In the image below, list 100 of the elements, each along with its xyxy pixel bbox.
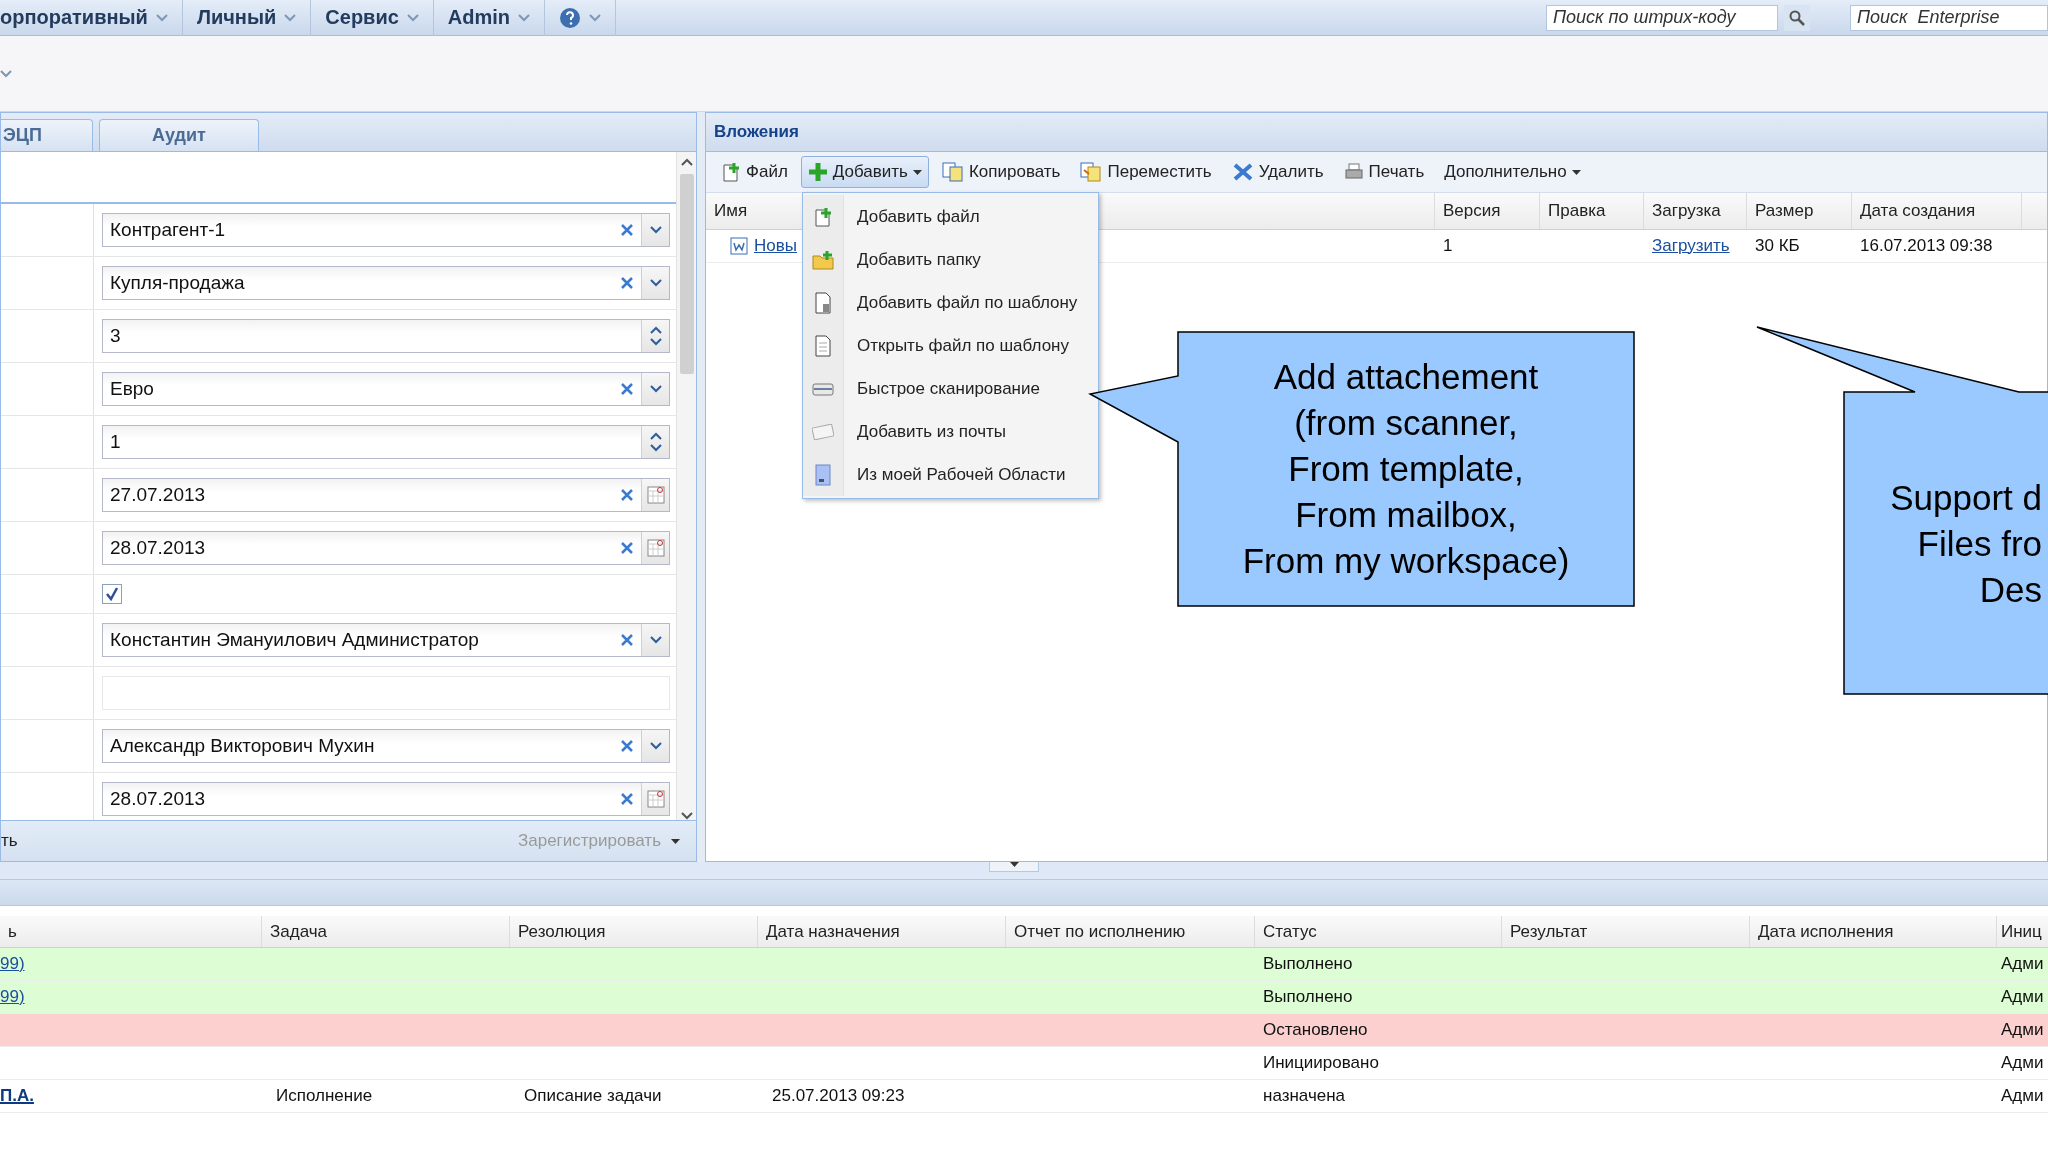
scrollbar[interactable] <box>676 152 696 820</box>
field-input[interactable]: Купля-продажа <box>103 267 613 299</box>
file-add-icon <box>813 206 833 227</box>
search-button[interactable] <box>1784 4 1810 31</box>
task-row[interactable]: 99) Выполнено Адми <box>0 981 2048 1014</box>
scroll-thumb[interactable] <box>679 174 694 374</box>
tab[interactable]: ЭЦП <box>1 119 93 151</box>
menu-item[interactable]: Открыть файл по шаблону <box>803 324 1098 367</box>
field-input[interactable]: 28.07.2013 <box>103 783 613 815</box>
column-header[interactable]: Резолюция <box>510 916 758 947</box>
enterprise-search-field[interactable]: Поиск Enterprise <box>1850 4 2048 31</box>
calendar-button[interactable] <box>641 532 669 564</box>
column-header[interactable]: Дата создания <box>1852 193 2022 229</box>
caret-icon <box>1571 169 1581 175</box>
menu-item[interactable]: Личный <box>182 0 312 36</box>
task-row[interactable]: 99) Выполнено Адми <box>0 948 2048 981</box>
close-icon <box>621 740 633 752</box>
delete-icon <box>1231 162 1254 182</box>
dropdown-button[interactable] <box>641 214 669 246</box>
column-header[interactable]: Иниц <box>1997 916 2048 947</box>
toolbar-button[interactable]: Переместить <box>1073 156 1219 188</box>
close-icon <box>621 277 633 289</box>
date-field[interactable]: 28.07.2013 <box>102 782 670 816</box>
spinner-button[interactable] <box>641 320 669 352</box>
column-header[interactable]: Загрузка <box>1644 193 1747 229</box>
column-header[interactable]: Дата назначения <box>758 916 1006 947</box>
spinner-button[interactable] <box>641 426 669 458</box>
menu-item[interactable]: Добавить из почты <box>803 410 1098 453</box>
up-down-icon <box>649 326 662 346</box>
chevron-down-icon <box>649 742 662 750</box>
menu-item[interactable]: Сервис <box>311 0 434 36</box>
up-down-icon <box>649 432 662 452</box>
download-link[interactable]: Загрузить <box>1652 236 1730 256</box>
column-header[interactable]: Дата исполнения <box>1750 916 1997 947</box>
close-icon <box>621 542 633 554</box>
help-icon <box>559 6 582 29</box>
column-header[interactable]: Задача <box>262 916 510 947</box>
file-link[interactable]: Новы <box>754 236 797 256</box>
document-icon <box>814 334 832 357</box>
field-input[interactable]: Контрагент-1 <box>103 214 613 246</box>
column-header[interactable]: Правка <box>1540 193 1644 229</box>
toolbar-button[interactable]: Копировать <box>934 156 1068 188</box>
menu-item[interactable]: Admin <box>433 0 546 36</box>
dropdown-button[interactable] <box>641 624 669 656</box>
chevron-down-icon <box>680 812 693 820</box>
collapse-handle[interactable] <box>989 862 1039 872</box>
toolbar-button[interactable]: Дополнительно <box>1437 156 1588 188</box>
table-cell-text: 1 <box>1442 235 1454 257</box>
field-input[interactable]: Константин Эмануилович Администратор <box>103 624 613 656</box>
combo-box[interactable]: Купля-продажа <box>102 266 670 300</box>
menu-item[interactable]: орпоративный <box>0 0 183 36</box>
field-input[interactable]: 28.07.2013 <box>103 532 613 564</box>
combo-box[interactable]: Константин Эмануилович Администратор <box>102 623 670 657</box>
date-field[interactable]: 27.07.2013 <box>102 478 670 512</box>
menu-item[interactable]: Добавить файл <box>803 195 1098 238</box>
table-cell-text: Адми <box>2000 953 2045 975</box>
barcode-search-field[interactable]: Поиск по штрих-коду <box>1546 4 1778 31</box>
calendar-icon <box>646 486 665 504</box>
column-header[interactable]: Статус <box>1255 916 1502 947</box>
table-cell-text: Исполнение <box>275 1085 374 1107</box>
menu-item[interactable]: Из моей Рабочей Области <box>803 453 1098 496</box>
menu-item[interactable]: Добавить папку <box>803 238 1098 281</box>
combo-box[interactable]: Евро <box>102 372 670 406</box>
dropdown-button[interactable] <box>641 373 669 405</box>
toolbar-button[interactable]: Файл <box>714 156 795 188</box>
menu-item[interactable]: Добавить файл по шаблону <box>803 281 1098 324</box>
dropdown-button[interactable] <box>641 267 669 299</box>
toolbar-button[interactable]: Печать <box>1336 156 1432 188</box>
combo-box[interactable]: Александр Викторович Мухин <box>102 729 670 763</box>
field-input[interactable]: 27.07.2013 <box>103 479 613 511</box>
column-header[interactable]: ь <box>0 916 262 947</box>
menu-item[interactable]: Быстрое сканирование <box>803 367 1098 410</box>
callout-text: Support d Files fro Des <box>1889 476 2042 611</box>
column-header[interactable]: Результат <box>1502 916 1750 947</box>
column-header[interactable]: Размер <box>1747 193 1852 229</box>
table-cell-text: Выполнено <box>1262 986 1354 1008</box>
task-link[interactable]: 99) <box>0 954 25 974</box>
date-field[interactable]: 28.07.2013 <box>102 531 670 565</box>
checkbox[interactable] <box>102 584 122 604</box>
toolbar-button[interactable]: Удалить <box>1224 156 1331 188</box>
task-row[interactable]: Остановлено Адми <box>0 1014 2048 1047</box>
folder-add-icon <box>812 249 834 270</box>
field-input[interactable]: Александр Викторович Мухин <box>103 730 613 762</box>
combo-box[interactable]: Контрагент-1 <box>102 213 670 247</box>
calendar-button[interactable] <box>641 783 669 815</box>
table-cell-text: 16.07.2013 09:38 <box>1859 235 1994 257</box>
toolbar-button[interactable]: Добавить <box>800 156 929 188</box>
calendar-button[interactable] <box>641 479 669 511</box>
copy-icon <box>941 162 964 182</box>
scanner-icon <box>812 381 834 396</box>
field-input[interactable]: Евро <box>103 373 613 405</box>
column-header[interactable]: Версия <box>1435 193 1540 229</box>
task-link[interactable]: 99) <box>0 987 25 1007</box>
dropdown-button[interactable] <box>641 730 669 762</box>
table-cell-text: Адми <box>2000 986 2045 1008</box>
tab[interactable]: Аудит <box>99 119 259 151</box>
column-header[interactable]: Отчет по исполнению <box>1006 916 1255 947</box>
calendar-icon <box>646 539 665 557</box>
callout-text: Add attachement (from scanner, From template, From mailbox, From my workspace) <box>1241 356 1571 582</box>
task-link[interactable]: П.А. <box>0 1086 34 1106</box>
